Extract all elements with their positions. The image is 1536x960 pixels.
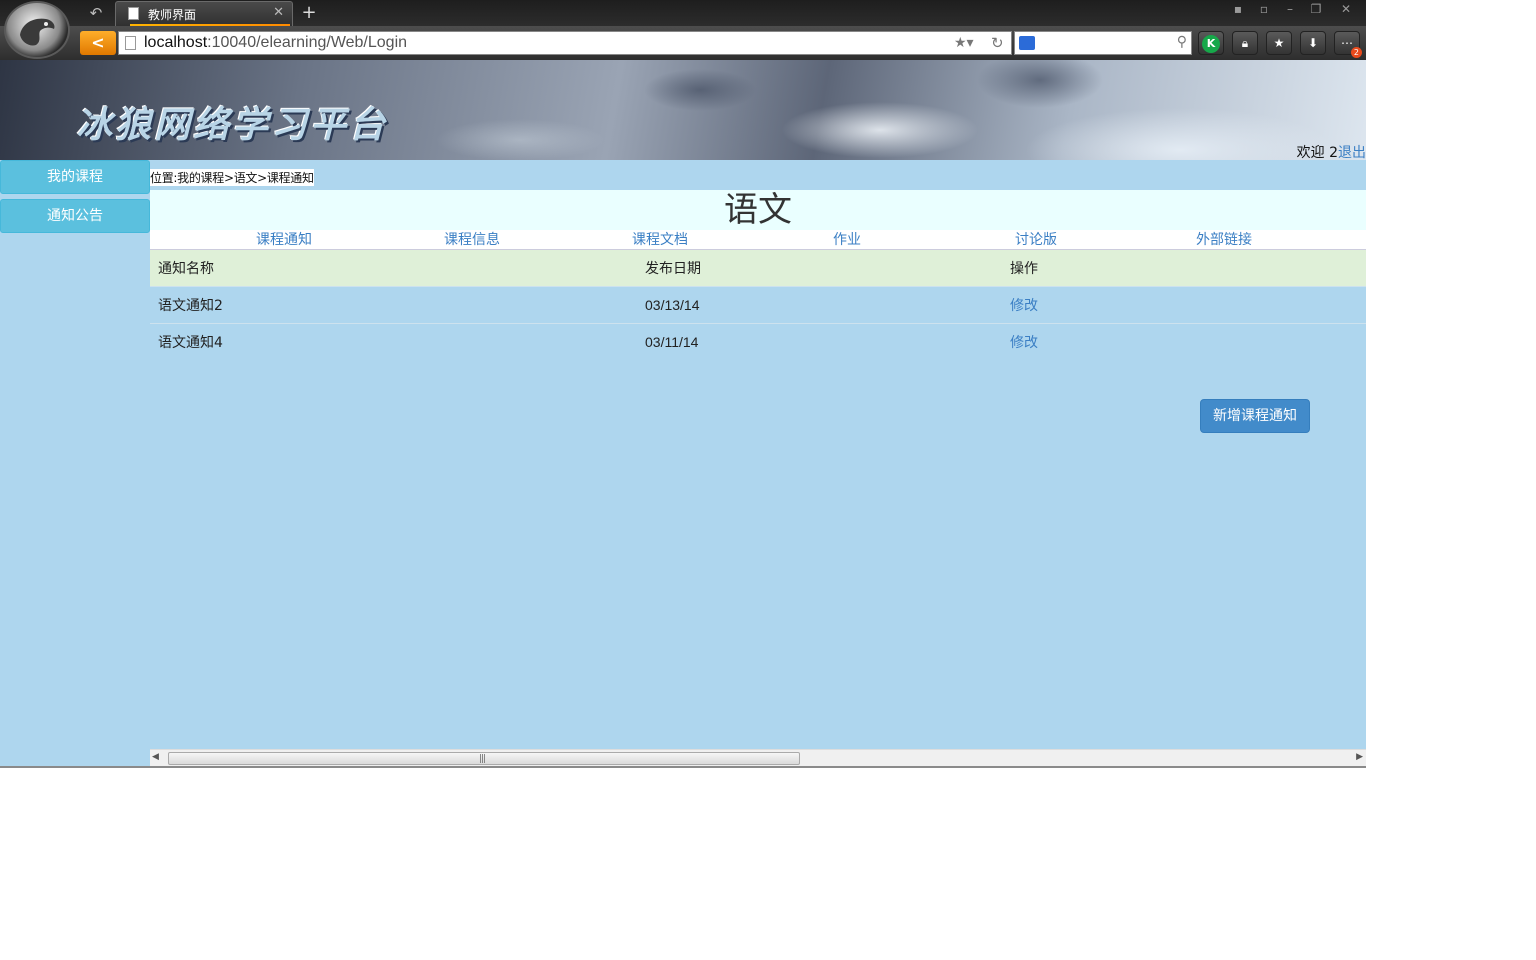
horizontal-scrollbar[interactable]: ◀ ||| ▶: [150, 749, 1366, 766]
back-button[interactable]: <: [80, 31, 116, 55]
scroll-left-arrow-icon[interactable]: ◀: [152, 752, 159, 762]
tab-close-icon[interactable]: ✕: [273, 5, 284, 20]
sidebar-item-my-courses[interactable]: 我的课程: [0, 160, 150, 194]
tab-course-notices[interactable]: 课程通知: [256, 230, 312, 250]
browser-logo[interactable]: [4, 1, 70, 59]
column-header-name: 通知名称: [150, 249, 637, 287]
table-row: 语文通知4 03/11/14 修改: [150, 323, 1366, 361]
table-row: 语文通知2 03/13/14 修改: [150, 286, 1366, 324]
sidebar: 我的课程 通知公告: [0, 160, 150, 768]
notice-name: 语文通知4: [150, 323, 637, 361]
main-content: 位置:我的课程>语文>课程通知 语文 课程通知 课程信息 课程文档 作业 讨论版…: [150, 160, 1366, 750]
notice-table: 通知名称 发布日期 操作 语文通知2 03/13/14 修改 语文通知4 03/…: [150, 249, 1366, 361]
browser-tab[interactable]: 教师界面 ✕: [115, 1, 293, 26]
column-header-action: 操作: [1002, 249, 1366, 287]
refresh-icon[interactable]: ↻: [991, 34, 1004, 52]
course-nav: 课程通知 课程信息 课程文档 作业 讨论版 外部链接: [150, 230, 1366, 250]
panther-logo-icon: [20, 18, 55, 46]
table-header-row: 通知名称 发布日期 操作: [150, 249, 1366, 287]
tab-course-info[interactable]: 课程信息: [444, 230, 500, 250]
page-title: 语文: [724, 190, 792, 230]
notification-badge: 2: [1350, 47, 1362, 58]
welcome-area: 欢迎 2退出: [1297, 142, 1366, 160]
kaspersky-icon: K: [1202, 35, 1220, 53]
minimize-button[interactable]: –: [1279, 2, 1301, 16]
url-text: localhost:10040/elearning/Web/Login: [144, 34, 407, 52]
breadcrumb: 位置:我的课程>语文>课程通知: [150, 169, 314, 186]
undo-close-tab-button[interactable]: ↶: [84, 3, 108, 23]
tab-course-documents[interactable]: 课程文档: [632, 230, 688, 250]
sidebar-item-announcements[interactable]: 通知公告: [0, 199, 150, 233]
tab-discussion[interactable]: 讨论版: [1015, 230, 1057, 250]
browser-titlebar: ↶ 教师界面 ✕ + ▪ ▫ – ❐ ✕: [0, 0, 1366, 26]
notice-name: 语文通知2: [150, 286, 637, 324]
lock-button[interactable]: 🔒︎: [1232, 31, 1258, 55]
favorites-button[interactable]: ★: [1266, 31, 1292, 55]
search-engine-icon[interactable]: [1019, 36, 1035, 50]
lock-icon: 🔒︎: [1241, 36, 1249, 50]
edit-link[interactable]: 修改: [1010, 298, 1038, 314]
tab-title: 教师界面: [148, 8, 197, 22]
notice-date: 03/13/14: [637, 286, 1002, 324]
skin-icon[interactable]: ▫: [1253, 2, 1275, 16]
scrollbar-thumb[interactable]: |||: [168, 752, 800, 765]
site-banner: 冰狼网络学习平台 欢迎 2退出: [0, 60, 1366, 160]
star-icon: ★: [1273, 36, 1285, 50]
menu-button[interactable]: ⋯ 2: [1334, 31, 1362, 58]
column-header-date: 发布日期: [637, 249, 1002, 287]
window-bottom-border: [0, 766, 1366, 768]
notice-action-cell: 修改: [1002, 286, 1366, 324]
more-icon: ⋯: [1341, 36, 1353, 50]
site-title: 冰狼网络学习平台: [76, 104, 389, 146]
notice-date: 03/11/14: [637, 323, 1002, 361]
search-icon[interactable]: ⚲: [1177, 34, 1187, 50]
scroll-right-arrow-icon[interactable]: ▶: [1356, 752, 1363, 762]
download-button[interactable]: ⬇: [1300, 31, 1326, 55]
tab-homework[interactable]: 作业: [833, 230, 861, 250]
new-tab-button[interactable]: +: [298, 2, 320, 23]
course-title-bar: 语文: [150, 190, 1366, 230]
add-course-notice-button[interactable]: 新增课程通知: [1200, 399, 1310, 433]
url-host: localhost: [144, 34, 208, 51]
bookmark-star-icon[interactable]: ★▾: [954, 35, 974, 51]
search-box[interactable]: ⚲: [1014, 31, 1192, 55]
welcome-text: 欢迎 2: [1296, 145, 1338, 160]
page-icon: [128, 7, 139, 20]
notice-action-cell: 修改: [1002, 323, 1366, 361]
tab-external-links[interactable]: 外部链接: [1196, 230, 1252, 250]
scrollbar-grip-icon: |||: [479, 754, 486, 764]
edit-link[interactable]: 修改: [1010, 335, 1038, 351]
kaspersky-button[interactable]: K: [1198, 31, 1224, 55]
tab-list-icon[interactable]: ▪: [1227, 2, 1249, 16]
browser-navbar: < localhost:10040/elearning/Web/Login ★▾…: [0, 26, 1366, 60]
browser-window: ↶ 教师界面 ✕ + ▪ ▫ – ❐ ✕ < localhost:10040/e…: [0, 0, 1366, 768]
page-icon: [125, 36, 136, 50]
url-path: :10040/elearning/Web/Login: [207, 34, 408, 51]
close-window-button[interactable]: ✕: [1335, 2, 1357, 16]
download-icon: ⬇: [1307, 36, 1319, 50]
logout-link[interactable]: 退出: [1338, 145, 1366, 160]
address-bar[interactable]: localhost:10040/elearning/Web/Login ★▾ ↻: [118, 31, 1012, 55]
restore-button[interactable]: ❐: [1305, 2, 1327, 16]
